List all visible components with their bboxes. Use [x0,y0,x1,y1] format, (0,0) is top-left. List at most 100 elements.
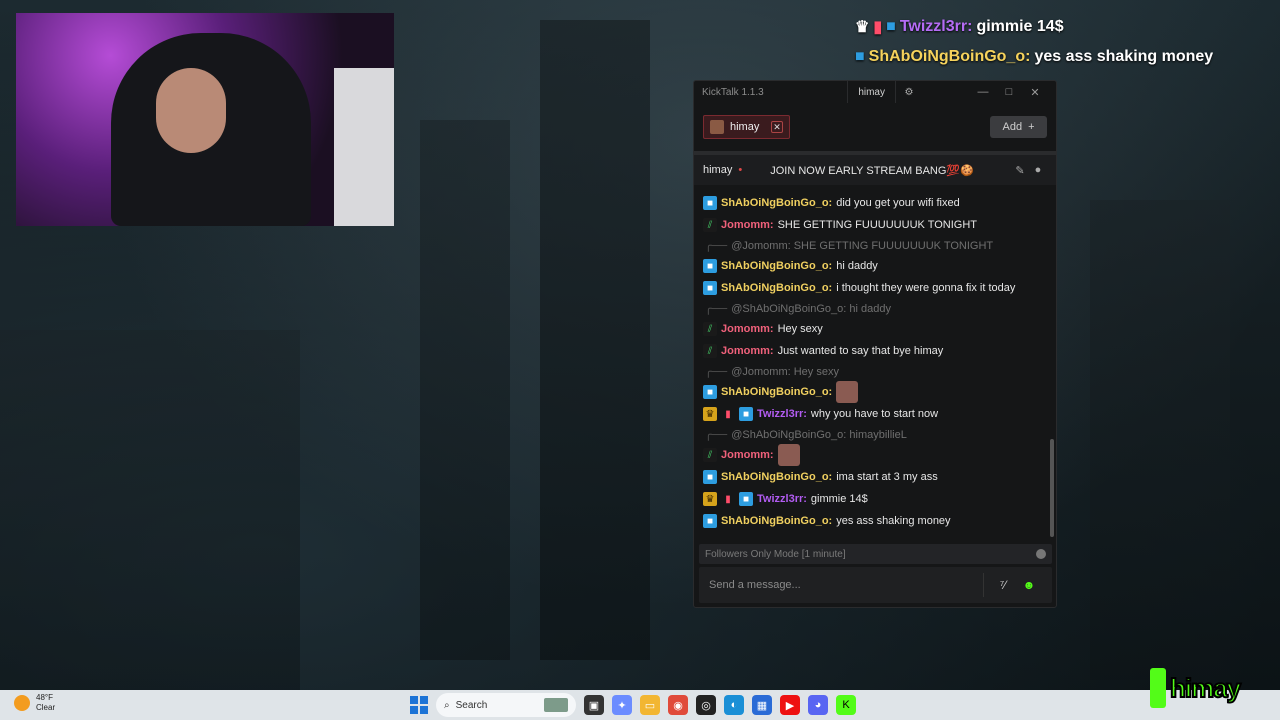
overlay-username: ShAbOiNgBoinGo_o: [868,48,1031,65]
chat-username[interactable]: ShAbOiNgBoinGo_o: [721,282,832,294]
reply-text: @ShAbOiNgBoinGo_o: hi daddy [731,302,891,315]
kick-logo-icon [1150,668,1166,708]
windows-start-icon[interactable] [410,696,428,714]
box-badge-icon: ■ [703,196,717,210]
edge-icon[interactable]: ◐ [724,695,744,715]
chat-message[interactable]: ⫽ Jomomm: Hey sexy [703,318,1052,340]
chat-username[interactable]: Jomomm: [721,345,774,357]
kick-emote-icon[interactable]: ☻ [1016,578,1042,592]
chat-username[interactable]: ShAbOiNgBoinGo_o: [721,386,832,398]
obs-icon[interactable]: ◎ [696,695,716,715]
emote-picker-icon[interactable]: ⁷⁄ [990,578,1016,592]
chat-username[interactable]: Twizzl3rr: [757,408,807,420]
box-badge-icon: ■ [739,407,753,421]
box-badge-icon: ■ [703,281,717,295]
chat-scrollbar[interactable] [1050,439,1054,537]
channel-tab-himay[interactable]: himay ✕ [703,115,790,139]
webcam-background-shelf [334,68,394,226]
reply-preview[interactable]: ╭── @Jomomm: SHE GETTING FUUUUUUUK TONIGH… [703,236,1052,255]
box-badge-icon: ■ [703,470,717,484]
wallpaper-building [0,330,300,690]
chat-message[interactable]: ♛ ▮ ■ Twizzl3rr: gimmie 14$ [703,488,1052,510]
overlay-chat-line: ■ ShAbOiNgBoinGo_o: yes ass shaking mone… [855,42,1275,72]
chat-message[interactable]: ■ ShAbOiNgBoinGo_o: [703,381,1052,403]
search-icon: ⌕ [444,699,450,711]
chat-username[interactable]: Jomomm: [721,449,774,461]
wallpaper-tower [540,20,650,660]
sub-badge-icon: ⫽ [703,448,717,462]
chat-message[interactable]: ■ ShAbOiNgBoinGo_o: yes ass shaking money [703,510,1052,532]
reply-preview[interactable]: ╭── @Jomomm: Hey sexy [703,362,1052,381]
crown-badge-icon: ♛ [703,492,717,506]
maximize-icon[interactable]: □ [996,86,1022,98]
chat-username[interactable]: ShAbOiNgBoinGo_o: [721,515,832,527]
chat-message[interactable]: ⫽ Jomomm: SHE GETTING FUUUUUUUK TONIGHT [703,214,1052,236]
info-icon[interactable] [1036,549,1046,559]
followers-mode-text: Followers Only Mode [1 minute] [705,548,846,560]
youtube-icon[interactable]: ▶ [780,695,800,715]
box-badge-icon: ■ [886,18,896,35]
taskbar-search[interactable]: ⌕ Search [436,693,576,717]
chat-username[interactable]: Twizzl3rr: [757,493,807,505]
gift-badge-icon: ▮ [725,408,731,420]
chat-message[interactable]: ■ ShAbOiNgBoinGo_o: i thought they were go… [703,277,1052,299]
pin-icon[interactable]: ✎ [1011,164,1029,177]
store-icon[interactable]: ▦ [752,695,772,715]
weather-widget[interactable]: 48°F Clear [14,693,55,713]
taskbar: 48°F Clear ⌕ Search ▣ ✦ ▭ ◉ ◎ ◐ ▦ ▶ ◕ K [0,690,1280,720]
chat-username[interactable]: ShAbOiNgBoinGo_o: [721,471,832,483]
overlay-message: yes ass shaking money [1034,48,1214,65]
reply-text: @Jomomm: Hey sexy [731,365,839,378]
reply-preview[interactable]: ╭── @ShAbOiNgBoinGo_o: himaybillieL [703,425,1052,444]
close-icon[interactable]: ✕ [1022,86,1048,99]
live-indicator-icon: • [738,164,743,176]
title-channel-tab[interactable]: himay [847,81,896,103]
box-badge-icon: ■ [703,259,717,273]
title-bar: KickTalk 1.1.3 himay ⚙ — □ ✕ [694,81,1056,103]
kick-app-icon[interactable]: K [836,695,856,715]
chat-text: why you have to start now [810,408,939,420]
chat-text: Just wanted to say that bye himay [777,345,944,357]
weather-text: 48°F Clear [36,693,55,713]
chat-username[interactable]: Jomomm: [721,219,774,231]
chat-message[interactable]: ■ ShAbOiNgBoinGo_o: did you get your wifi … [703,192,1052,214]
chat-username[interactable]: Jomomm: [721,323,774,335]
chat-message[interactable]: ⫽ Jomomm: Just wanted to say that bye hima… [703,340,1052,362]
chat-message[interactable]: ■ ShAbOiNgBoinGo_o: hi daddy [703,255,1052,277]
chat-username[interactable]: ShAbOiNgBoinGo_o: [721,260,832,272]
plus-icon: + [1028,121,1035,133]
message-input-bar: ⁷⁄ ☻ [699,567,1052,603]
minimize-icon[interactable]: — [970,86,996,98]
box-badge-icon: ■ [739,492,753,506]
chat-text: i thought they were gonna fix it today [836,282,1016,294]
chat-message[interactable]: ⫽ Jomomm: [703,444,1052,466]
chat-message[interactable]: ■ ShAbOiNgBoinGo_o: ima start at 3 my ass [703,466,1052,488]
reply-preview[interactable]: ╭── @ShAbOiNgBoinGo_o: hi daddy [703,299,1052,318]
user-icon[interactable]: ● [1029,164,1047,176]
discord-icon[interactable]: ◕ [808,695,828,715]
stream-title: JOIN NOW EARLY STREAM BANG💯🍪 [770,164,974,177]
followers-only-banner: Followers Only Mode [1 minute] [699,544,1052,564]
wallpaper-tower [1090,200,1230,680]
channel-tabs: himay ✕ Add + [694,103,1056,155]
sub-badge-icon: ⫽ [703,344,717,358]
close-tab-icon[interactable]: ✕ [771,121,783,133]
reply-arrow-icon: ╭── [705,303,728,315]
chat-text: SHE GETTING FUUUUUUUK TONIGHT [777,219,977,231]
gear-icon[interactable]: ⚙ [896,87,922,98]
copilot-icon[interactable]: ✦ [612,695,632,715]
chat-message[interactable]: ♛ ▮ ■ Twizzl3rr: why you have to start now [703,403,1052,425]
add-channel-button[interactable]: Add + [990,116,1047,138]
reply-text: @Jomomm: SHE GETTING FUUUUUUUK TONIGHT [731,239,994,252]
file-explorer-icon[interactable]: ▭ [640,695,660,715]
chrome-icon[interactable]: ◉ [668,695,688,715]
header-channel-name: himay [703,164,733,176]
chat-text: Hey sexy [777,323,823,335]
box-badge-icon: ■ [855,48,865,65]
task-view-icon[interactable]: ▣ [584,695,604,715]
chat-username[interactable]: ShAbOiNgBoinGo_o: [721,197,832,209]
webcam-overlay [16,13,394,226]
chat-messages[interactable]: ■ ShAbOiNgBoinGo_o: did you get your wifi … [694,192,1052,537]
reply-arrow-icon: ╭── [705,429,728,441]
message-input[interactable] [709,579,983,591]
